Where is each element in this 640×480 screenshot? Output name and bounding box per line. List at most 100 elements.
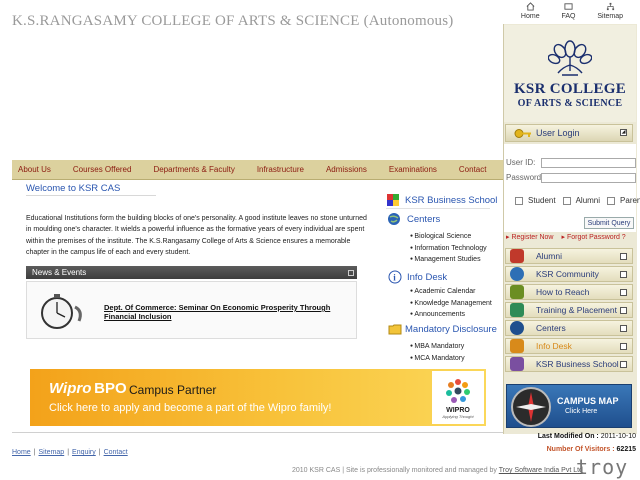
- arrow-icon: [620, 343, 627, 350]
- alumni-label: Alumni: [575, 196, 601, 205]
- welcome-heading: Welcome to KSR CAS: [26, 183, 121, 194]
- key-icon: [514, 129, 531, 138]
- wipro-logo-text: WIPRO: [446, 407, 470, 414]
- wipro-tagline: Applying Thought: [442, 414, 474, 419]
- nav-infrastructure[interactable]: Infrastructure: [251, 165, 310, 174]
- nav-courses-offered[interactable]: Courses Offered: [67, 165, 138, 174]
- faq-icon: [564, 3, 573, 10]
- last-modified-label: Last Modified On :: [537, 433, 599, 440]
- centers-icon: [510, 321, 524, 335]
- nav-admissions[interactable]: Admissions: [320, 165, 373, 174]
- expand-arrow-icon: ◢: [620, 129, 627, 136]
- list-item[interactable]: Announcements: [410, 309, 492, 321]
- stopwatch-image: [41, 294, 82, 329]
- sidebar-item-label: Training & Placement: [536, 305, 617, 315]
- sitemap-icon: [606, 2, 614, 11]
- parent-label: Parent: [620, 196, 640, 205]
- separator: |: [67, 449, 70, 456]
- user-login-header[interactable]: User Login ◢: [505, 124, 633, 142]
- submit-query-button[interactable]: Submit Query: [584, 217, 634, 229]
- top-links: Home FAQ Sitemap: [510, 2, 634, 24]
- wipro-brand: Wipro: [49, 380, 92, 397]
- forgot-password-link[interactable]: Forgot Password ?: [561, 233, 626, 245]
- news-item-link[interactable]: Dept. Of Commerce: Seminar On Economic P…: [104, 303, 354, 321]
- mandatory-list: MBA Mandatory MCA Mandatory: [410, 341, 465, 365]
- separator: |: [98, 449, 101, 456]
- sitemap-link[interactable]: Sitemap: [597, 2, 623, 24]
- logo-line2: OF ARTS & SCIENCE: [517, 98, 623, 109]
- nav-examinations[interactable]: Examinations: [383, 165, 443, 174]
- wipro-campus-partner-banner[interactable]: Wipro BPO Campus Partner Click here to a…: [30, 369, 486, 426]
- info-desk-icon: i: [388, 270, 402, 284]
- campus-partner-text: Campus Partner: [129, 383, 217, 397]
- sidebar-item-info-desk[interactable]: Info Desk: [505, 338, 633, 354]
- sidebar-item-community[interactable]: KSR Community: [505, 266, 633, 282]
- visitor-count: Number Of Visitors : 62215: [547, 446, 636, 453]
- troy-software-link[interactable]: Troy Software India Pvt Ltd: [499, 467, 583, 474]
- nav-about-us[interactable]: About Us: [12, 165, 57, 174]
- centers-heading[interactable]: Centers: [407, 214, 440, 225]
- list-item[interactable]: Information Technology: [410, 243, 486, 255]
- home-icon: [526, 2, 535, 11]
- footer-home-link[interactable]: Home: [12, 449, 31, 456]
- sitemap-link-label: Sitemap: [597, 13, 624, 20]
- ksr-business-school-link[interactable]: KSR Business School: [405, 195, 497, 206]
- tree-emblem-icon: [548, 40, 592, 76]
- register-row: Register Now Forgot Password ?: [504, 233, 636, 245]
- sidebar-item-label: How to Reach: [536, 287, 590, 297]
- alumni-checkbox[interactable]: [562, 196, 571, 205]
- sidebar-item-centers[interactable]: Centers: [505, 320, 633, 336]
- arrow-icon: [620, 361, 627, 368]
- banner-cta-text: Click here to apply and become a part of…: [49, 402, 332, 414]
- campus-map-title: CAMPUS MAP: [557, 396, 619, 406]
- login-form: User ID: Password: Student Alumni Parent…: [504, 144, 640, 232]
- student-label: Student: [528, 196, 556, 205]
- role-options: Student Alumni Parent: [510, 196, 640, 205]
- copyright-text: 2010 KSR CAS | Site is professionally mo…: [292, 467, 497, 474]
- footer-enquiry-link[interactable]: Enquiry: [72, 449, 96, 456]
- footer-sitemap-link[interactable]: Sitemap: [39, 449, 65, 456]
- register-now-link[interactable]: Register Now: [506, 233, 553, 245]
- sidebar-item-business-school[interactable]: KSR Business School: [505, 356, 633, 372]
- visitor-count-label: Number Of Visitors :: [546, 446, 615, 453]
- arrow-icon: [620, 307, 627, 314]
- home-link-label: Home: [520, 13, 540, 20]
- nav-contact[interactable]: Contact: [453, 165, 493, 174]
- campus-map-button[interactable]: CAMPUS MAP Click Here: [506, 384, 632, 428]
- list-item[interactable]: Management Studies: [410, 254, 487, 266]
- user-id-label: User ID:: [506, 158, 536, 167]
- list-item[interactable]: Academic Calendar: [410, 286, 492, 298]
- faq-link-label: FAQ: [561, 13, 576, 20]
- parent-checkbox[interactable]: [607, 196, 616, 205]
- news-events-header: News & Events: [26, 266, 357, 279]
- info-desk-heading[interactable]: Info Desk: [407, 272, 447, 283]
- wipro-bpo-suffix: BPO: [94, 380, 127, 397]
- student-checkbox[interactable]: [515, 196, 523, 205]
- faq-link[interactable]: FAQ: [561, 2, 575, 24]
- password-input[interactable]: [541, 173, 636, 183]
- list-item[interactable]: MCA Mandatory: [410, 353, 464, 365]
- training-icon: [510, 303, 524, 317]
- compass-icon: [511, 387, 551, 427]
- list-item[interactable]: Biological Science: [410, 231, 487, 243]
- sidebar-item-label: KSR Business School: [536, 359, 619, 369]
- footer-divider: [12, 432, 503, 433]
- footer-contact-link[interactable]: Contact: [104, 449, 128, 456]
- intro-text: Educational Institutions form the buildi…: [26, 215, 367, 256]
- mandatory-disclosure-heading[interactable]: Mandatory Disclosure: [405, 324, 497, 335]
- list-item[interactable]: MBA Mandatory: [410, 341, 465, 353]
- logo-line1: KSR COLLEGE: [513, 81, 627, 97]
- sidebar-item-label: Centers: [536, 323, 566, 333]
- centers-list: Biological Science Information Technolog…: [410, 231, 487, 266]
- business-school-icon: [510, 357, 524, 371]
- list-item[interactable]: Knowledge Management: [410, 298, 491, 310]
- user-id-input[interactable]: [541, 158, 636, 168]
- home-link[interactable]: Home: [521, 2, 540, 24]
- sidebar-item-how-to-reach[interactable]: How to Reach: [505, 284, 633, 300]
- nav-departments-faculty[interactable]: Departments & Faculty: [147, 165, 240, 174]
- sidebar-item-training[interactable]: Training & Placement: [505, 302, 633, 318]
- sidebar-item-alumni[interactable]: Alumni: [505, 248, 633, 264]
- divider: [26, 195, 156, 196]
- password-label: Password:: [506, 173, 544, 182]
- arrow-icon: [620, 325, 627, 332]
